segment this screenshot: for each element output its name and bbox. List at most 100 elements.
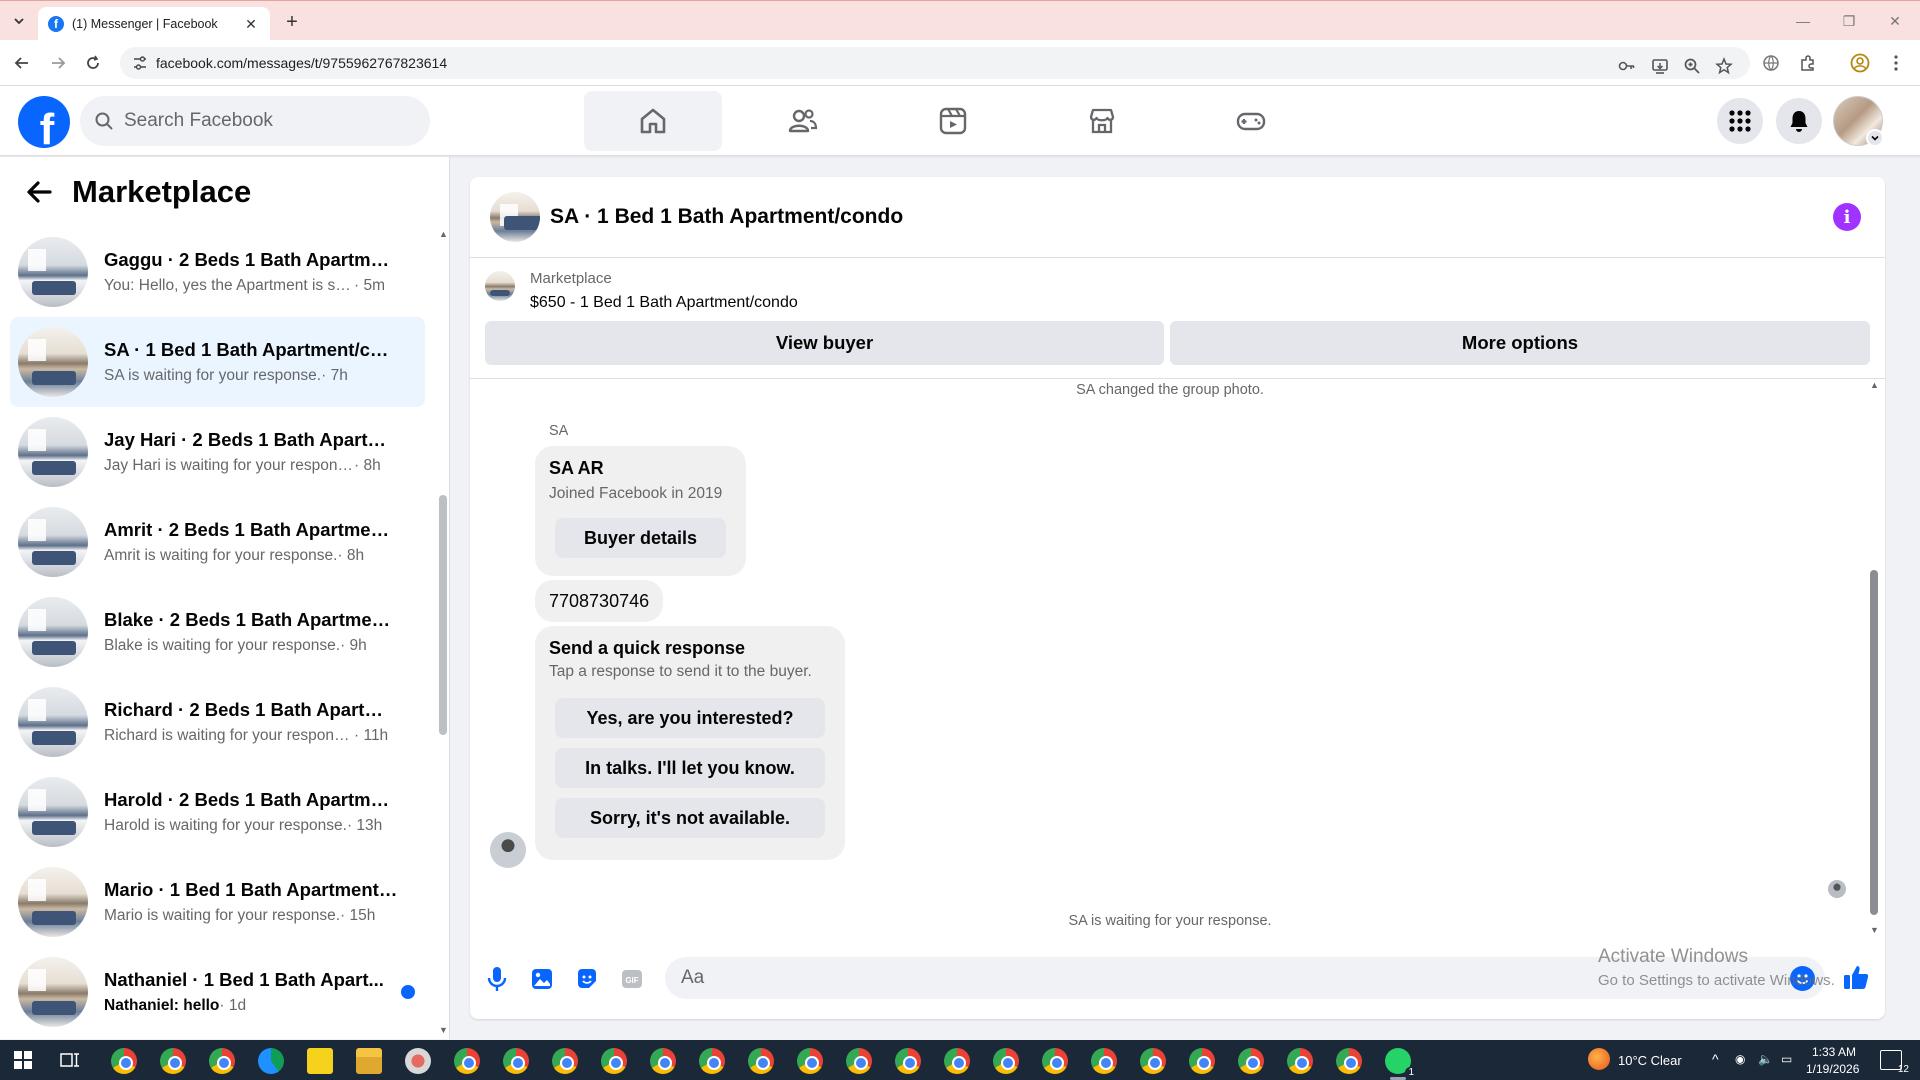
back-arrow-button[interactable] [24,177,54,207]
search-input[interactable] [124,110,394,132]
tray-display-icon[interactable]: ▭ [1781,1052,1792,1066]
taskbar-chrome-icon[interactable] [993,1048,1019,1074]
chat-listing-thumbnail[interactable] [490,192,540,242]
conversation-item-unread[interactable]: Nathaniel · 1 Bed 1 Bath Apart... Nathan… [10,947,425,1037]
notification-center-icon[interactable]: 12 [1880,1050,1909,1075]
taskbar-chrome-icon[interactable] [1189,1048,1215,1074]
nav-marketplace[interactable] [1033,91,1171,151]
quick-response-option-3[interactable]: Sorry, it's not available. [555,798,825,838]
taskbar-chrome-icon[interactable] [1091,1048,1117,1074]
password-key-icon[interactable] [1617,56,1637,76]
chat-scrollbar[interactable]: ▲ ▼ [1868,380,1880,940]
taskbar-chrome-icon[interactable] [111,1048,137,1074]
scroll-up-arrow-icon[interactable]: ▲ [439,229,448,239]
sender-avatar[interactable] [490,832,526,868]
sticker-button[interactable] [573,965,601,993]
clock-date[interactable]: 1/19/2026 [1806,1062,1859,1076]
task-view-icon[interactable] [60,1051,80,1069]
notifications-button[interactable] [1776,98,1822,144]
taskbar-chrome-icon[interactable] [601,1048,627,1074]
gif-button[interactable]: GIF [618,965,646,993]
taskbar-chrome-icon[interactable] [748,1048,774,1074]
menu-button[interactable] [1717,98,1763,144]
tray-volume-icon[interactable]: 🔈 [1758,1052,1773,1066]
taskbar-chrome-icon[interactable] [1140,1048,1166,1074]
conversation-item[interactable]: Jay Hari · 2 Beds 1 Bath Apartme... Jay … [10,407,425,497]
restore-button[interactable]: ❐ [1826,1,1872,41]
bookmark-star-icon[interactable] [1714,56,1734,76]
close-window-button[interactable]: ✕ [1872,1,1918,41]
info-icon[interactable]: i [1833,203,1861,231]
more-options-button[interactable]: More options [1170,321,1870,365]
translate-extension-icon[interactable] [1760,52,1782,74]
taskbar-chrome-icon[interactable] [209,1048,235,1074]
address-bar[interactable]: facebook.com/messages/t/9755962767823614 [120,47,1750,79]
forward-button[interactable] [45,50,71,76]
quick-response-option-1[interactable]: Yes, are you interested? [555,698,825,738]
conversation-item[interactable]: Mario · 1 Bed 1 Bath Apartment/... Mario… [10,857,425,947]
minimize-button[interactable]: — [1780,1,1826,41]
conversation-item[interactable]: Gaggu · 2 Beds 1 Bath Apartmen... You: H… [10,227,425,317]
taskbar-chrome-icon[interactable] [895,1048,921,1074]
conversation-item[interactable]: Amrit · 2 Beds 1 Bath Apartment... Amrit… [10,497,425,587]
browser-menu-icon[interactable] [1885,52,1907,74]
chat-title[interactable]: SA · 1 Bed 1 Bath Apartment/condo [550,205,903,229]
reload-button[interactable] [80,50,106,76]
sidebar-scrollbar[interactable]: ▲ ▼ [437,227,449,1039]
nav-gaming[interactable] [1182,91,1320,151]
profile-avatar[interactable] [1833,96,1884,147]
conversation-item[interactable]: Harold · 2 Beds 1 Bath Apartmen... Harol… [10,767,425,857]
conversation-item[interactable]: Richard · 2 Beds 1 Bath Apartme... Richa… [10,677,425,767]
scroll-down-arrow-icon[interactable]: ▼ [439,1025,448,1035]
taskbar-chrome-icon[interactable] [846,1048,872,1074]
taskbar-app-icon[interactable] [405,1048,431,1074]
tab-search-button[interactable] [6,9,32,33]
scrollbar-thumb[interactable] [439,495,447,735]
taskbar-chrome-icon[interactable] [797,1048,823,1074]
conversation-item[interactable]: Blake · 2 Beds 1 Bath Apartment/... Blak… [10,587,425,677]
weather-icon[interactable] [1588,1048,1610,1070]
quick-response-option-2[interactable]: In talks. I'll let you know. [555,748,825,788]
taskbar-chrome-icon[interactable] [1042,1048,1068,1074]
voice-clip-button[interactable] [483,965,511,993]
browser-tab-messenger[interactable]: f (1) Messenger | Facebook ✕ [38,7,270,41]
scrollbar-thumb[interactable] [1870,570,1878,915]
zoom-icon[interactable] [1682,56,1702,76]
nav-friends[interactable] [734,91,872,151]
taskbar-chrome-icon[interactable] [552,1048,578,1074]
taskbar-chrome-icon[interactable] [1336,1048,1362,1074]
like-button[interactable] [1842,963,1870,991]
profile-icon[interactable] [1849,52,1871,74]
taskbar-edge-icon[interactable] [258,1048,284,1074]
install-app-icon[interactable] [1650,56,1670,76]
taskbar-chrome-icon[interactable] [1287,1048,1313,1074]
buyer-details-button[interactable]: Buyer details [555,518,726,558]
tab-close-icon[interactable]: ✕ [242,15,260,33]
taskbar-chrome-icon[interactable] [944,1048,970,1074]
view-buyer-button[interactable]: View buyer [485,321,1164,365]
back-button[interactable] [9,50,35,76]
clock-time[interactable]: 1:33 AM [1812,1045,1856,1059]
new-tab-button[interactable]: + [280,10,304,34]
extensions-puzzle-icon[interactable] [1797,52,1819,74]
nav-video[interactable] [884,91,1022,151]
scroll-down-arrow-icon[interactable]: ▼ [1870,925,1879,935]
tray-chevron-up-icon[interactable]: ^ [1712,1051,1719,1067]
nav-home[interactable] [584,91,722,151]
taskbar-chrome-icon[interactable] [454,1048,480,1074]
facebook-logo-icon[interactable]: f [18,96,70,148]
listing-price[interactable]: $650 - 1 Bed 1 Bath Apartment/condo [530,294,798,312]
account-chevron-icon[interactable] [1866,129,1884,147]
taskbar-file-explorer-icon[interactable] [356,1048,382,1074]
taskbar-chrome-icon[interactable] [650,1048,676,1074]
taskbar-chrome-icon[interactable] [160,1048,186,1074]
attach-photo-button[interactable] [528,965,556,993]
facebook-search[interactable] [80,96,430,146]
scroll-up-arrow-icon[interactable]: ▲ [1870,380,1879,390]
taskbar-chrome-icon[interactable] [503,1048,529,1074]
taskbar-chrome-icon[interactable] [699,1048,725,1074]
weather-text[interactable]: 10°C Clear [1618,1053,1682,1068]
conversation-item-active[interactable]: SA · 1 Bed 1 Bath Apartment/con... SA is… [10,317,425,407]
windows-start-icon[interactable] [14,1051,32,1069]
taskbar-chrome-icon[interactable] [1238,1048,1264,1074]
